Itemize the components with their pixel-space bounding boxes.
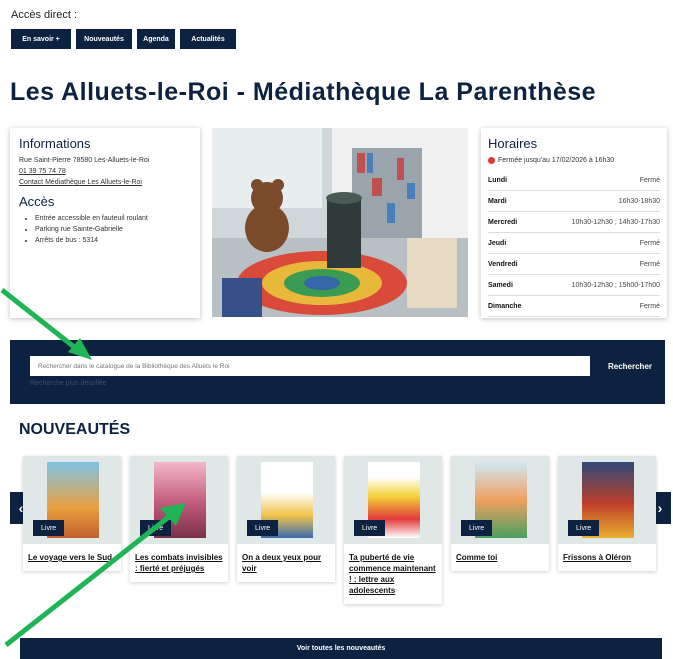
arrow-to-book-icon — [4, 503, 186, 647]
arrow-to-search-icon — [0, 288, 92, 360]
annotation-arrows — [0, 288, 186, 647]
